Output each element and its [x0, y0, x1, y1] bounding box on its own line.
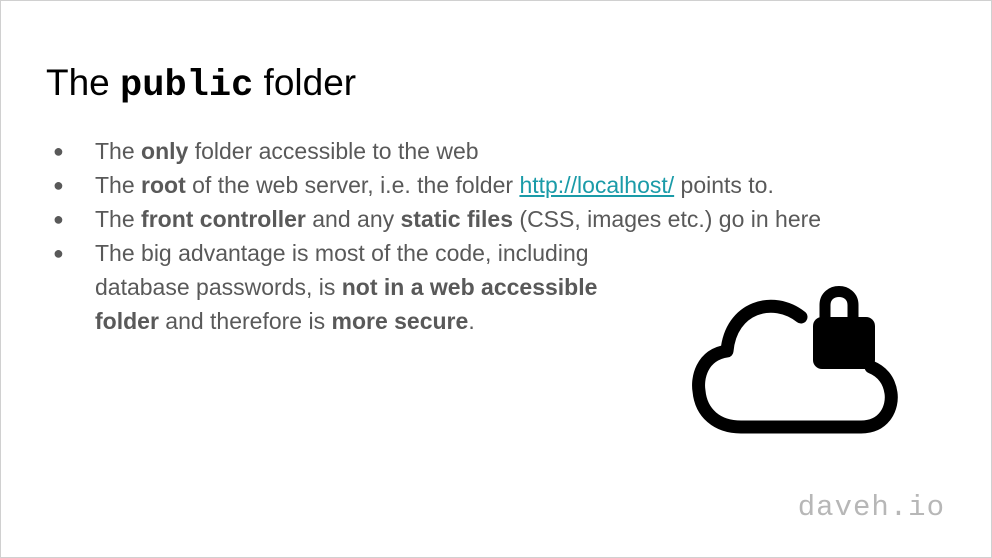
- bullet-dot: ●: [53, 175, 64, 195]
- bullet-dot: ●: [53, 141, 64, 161]
- bullet-bold: static files: [400, 206, 514, 232]
- localhost-link[interactable]: http://localhost/: [519, 172, 674, 198]
- bullet-dot: ●: [53, 243, 64, 263]
- bullet-text: .: [468, 308, 475, 334]
- bullet-text: (CSS, images etc.) go in here: [513, 206, 822, 232]
- bullet-text: The: [95, 138, 142, 164]
- bullet-item-3: ● The front controller and any static fil…: [53, 202, 821, 236]
- slide: The public folder ● The only folder acces…: [0, 0, 992, 558]
- bullet-text: of the web server, i.e. the folder: [185, 172, 520, 198]
- slide-title: The public folder: [46, 61, 356, 108]
- bullet-bold: root: [141, 172, 186, 198]
- bullet-item-4: ● The big advantage is most of the code, …: [53, 236, 655, 338]
- bullet-text: and therefore is: [158, 308, 332, 334]
- title-code: public: [120, 65, 254, 107]
- bullet-bold: more secure: [331, 308, 469, 334]
- bullet-bold: front controller: [141, 206, 306, 232]
- bullet-item-1: ● The only folder accessible to the web: [53, 134, 821, 168]
- title-prefix: The: [46, 62, 121, 103]
- title-suffix: folder: [253, 62, 357, 103]
- bullet-text: folder accessible to the web: [188, 138, 479, 164]
- bullet-bold: only: [141, 138, 189, 164]
- bullet-text: points to.: [674, 172, 774, 198]
- brand-watermark: daveh.io: [797, 491, 945, 524]
- bullet-text: The: [95, 206, 142, 232]
- cloud-lock-icon: [692, 286, 898, 434]
- bullet-item-2: ● The root of the web server, i.e. the fo…: [53, 168, 821, 202]
- bullet-text: The: [95, 172, 142, 198]
- bullet-dot: ●: [53, 209, 64, 229]
- bullet-text: and any: [305, 206, 401, 232]
